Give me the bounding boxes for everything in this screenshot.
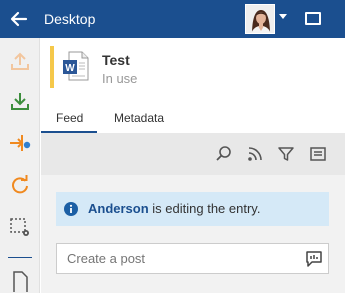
chevron-down-icon[interactable] — [279, 14, 287, 20]
window-icon[interactable] — [305, 12, 321, 25]
filter-icon[interactable] — [277, 145, 295, 163]
selection-settings-icon[interactable] — [9, 216, 31, 238]
info-message-text: is editing the entry. — [148, 201, 261, 216]
download-icon[interactable] — [9, 90, 31, 112]
back-arrow-icon[interactable] — [8, 8, 30, 30]
app-header: Desktop — [0, 0, 345, 38]
tab-metadata[interactable]: Metadata — [114, 111, 164, 125]
sidebar-separator — [8, 257, 32, 258]
feed-toolbar — [41, 133, 345, 175]
info-message: Anderson is editing the entry. — [88, 201, 260, 216]
rss-icon[interactable] — [246, 145, 264, 163]
word-letter: W — [65, 63, 75, 74]
checkout-icon[interactable] — [9, 132, 31, 154]
word-document-icon: W — [63, 51, 89, 81]
search-icon[interactable] — [215, 145, 233, 163]
document-icon[interactable] — [9, 270, 31, 292]
list-icon[interactable] — [309, 145, 327, 163]
document-title: Test — [102, 52, 130, 68]
create-post-box[interactable] — [56, 243, 329, 274]
document-status-accent — [50, 46, 54, 88]
comment-icon[interactable] — [305, 250, 323, 268]
tab-feed[interactable]: Feed — [56, 111, 83, 125]
upload-icon[interactable] — [9, 50, 31, 72]
refresh-icon[interactable] — [9, 174, 31, 196]
action-sidebar — [0, 38, 40, 293]
header-title: Desktop — [44, 11, 96, 27]
document-status: In use — [102, 71, 138, 86]
user-avatar[interactable] — [245, 4, 275, 34]
info-user-name[interactable]: Anderson — [88, 201, 149, 216]
create-post-input[interactable] — [67, 251, 287, 266]
info-icon — [64, 202, 78, 216]
